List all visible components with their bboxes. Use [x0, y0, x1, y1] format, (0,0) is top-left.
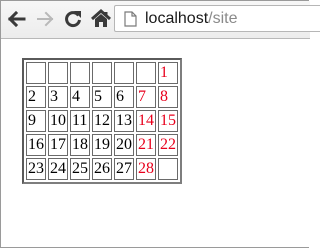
calendar-day-cell: 26: [92, 158, 112, 180]
calendar-day-cell: 7: [136, 86, 156, 108]
calendar-week-row: 16 17 18 19 20 21 22: [26, 134, 178, 156]
url-text: localhost/site: [145, 9, 238, 28]
calendar-week-row: 1: [26, 62, 178, 84]
address-bar[interactable]: localhost/site: [114, 5, 320, 32]
browser-window: localhost/site 1 2 3 4 5 6 7 8 9 10 11 12 13 14 15 16 17…: [0, 0, 320, 248]
url-path: /site: [208, 10, 238, 27]
home-icon[interactable]: [89, 7, 113, 31]
calendar-empty-cell: [26, 62, 46, 84]
calendar-day-cell: 20: [114, 134, 134, 156]
calendar-body: 1 2 3 4 5 6 7 8 9 10 11 12 13 14 15 16 17 18 19 20 21 22 23 24 2…: [26, 62, 178, 180]
calendar-day-cell: 18: [70, 134, 90, 156]
calendar-day-cell: 19: [92, 134, 112, 156]
calendar-week-row: 9 10 11 12 13 14 15: [26, 110, 178, 132]
calendar-day-cell: 2: [26, 86, 46, 108]
calendar-day-cell: 12: [92, 110, 112, 132]
calendar-week-row: 23 24 25 26 27 28: [26, 158, 178, 180]
calendar-day-cell: 21: [136, 134, 156, 156]
calendar-day-cell: 22: [158, 134, 178, 156]
calendar-empty-cell: [136, 62, 156, 84]
calendar-day-cell: 8: [158, 86, 178, 108]
browser-toolbar: localhost/site: [1, 1, 320, 39]
calendar-day-cell: 6: [114, 86, 134, 108]
calendar-day-cell: 4: [70, 86, 90, 108]
calendar-day-cell: 10: [48, 110, 68, 132]
calendar-day-cell: 11: [70, 110, 90, 132]
reload-icon[interactable]: [61, 7, 85, 31]
calendar-day-cell: 15: [158, 110, 178, 132]
calendar-empty-cell: [114, 62, 134, 84]
url-host: localhost: [145, 10, 209, 27]
calendar-day-cell: 1: [158, 62, 178, 84]
calendar-empty-cell: [92, 62, 112, 84]
forward-arrow-icon[interactable]: [34, 7, 58, 31]
calendar-day-cell: 24: [48, 158, 68, 180]
calendar-empty-cell: [70, 62, 90, 84]
calendar-day-cell: 13: [114, 110, 134, 132]
back-arrow-icon[interactable]: [4, 7, 28, 31]
calendar-day-cell: 28: [136, 158, 156, 180]
calendar-day-cell: 17: [48, 134, 68, 156]
calendar-day-cell: 14: [136, 110, 156, 132]
calendar-day-cell: 23: [26, 158, 46, 180]
page-content: 1 2 3 4 5 6 7 8 9 10 11 12 13 14 15 16 17 18 19 20 21 22 23 24 2…: [2, 39, 310, 247]
calendar-table: 1 2 3 4 5 6 7 8 9 10 11 12 13 14 15 16 17 18 19 20 21 22 23 24 2…: [22, 58, 182, 184]
calendar-day-cell: 27: [114, 158, 134, 180]
calendar-day-cell: 25: [70, 158, 90, 180]
calendar-empty-cell: [48, 62, 68, 84]
calendar-day-cell: 16: [26, 134, 46, 156]
calendar-day-cell: 9: [26, 110, 46, 132]
calendar-day-cell: 5: [92, 86, 112, 108]
page-icon: [124, 11, 137, 31]
calendar-empty-cell: [158, 158, 178, 180]
calendar-day-cell: 3: [48, 86, 68, 108]
calendar-week-row: 2345678: [26, 86, 178, 108]
